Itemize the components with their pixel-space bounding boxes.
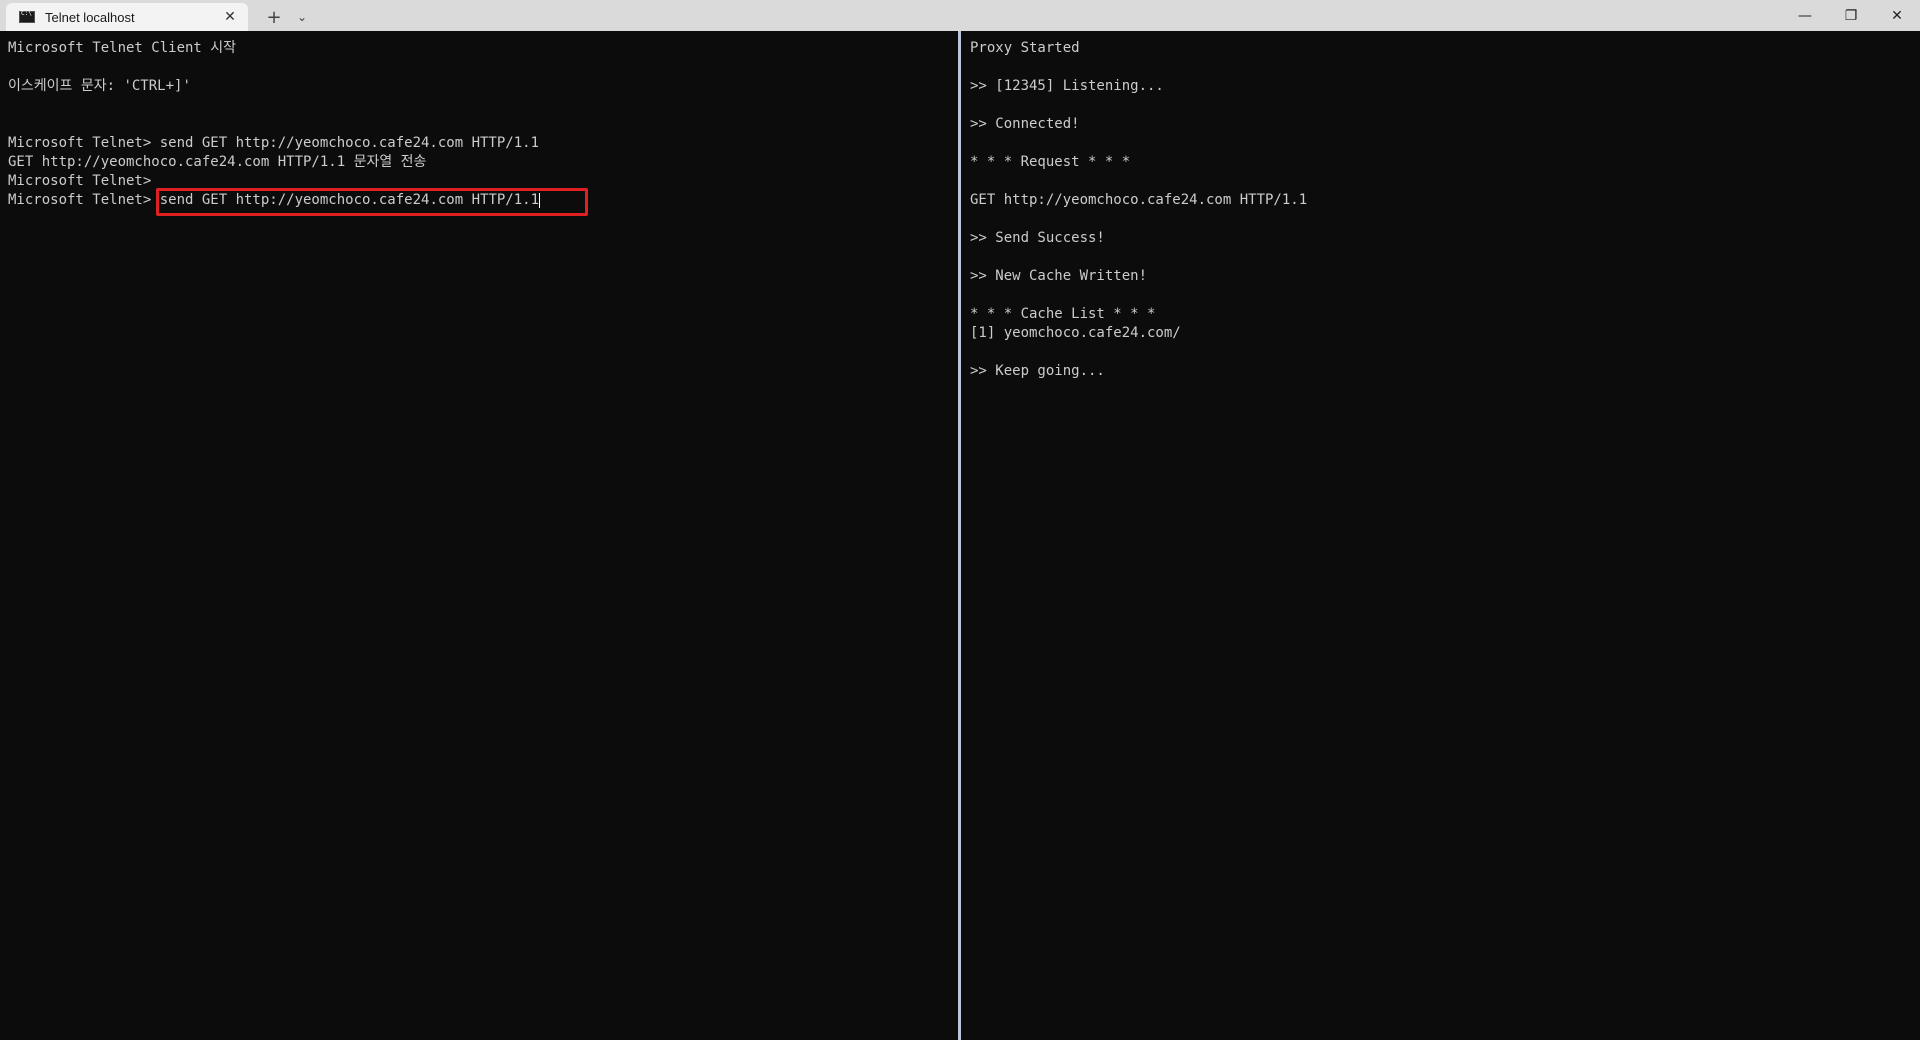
telnet-pane[interactable]: Microsoft Telnet Client 시작 이스케이프 문자: 'CT… — [0, 31, 958, 1040]
telnet-output: Microsoft Telnet Client 시작 이스케이프 문자: 'CT… — [8, 39, 588, 216]
output-line: Microsoft Telnet Client 시작 — [8, 40, 237, 56]
restore-button[interactable]: ❐ — [1828, 0, 1874, 31]
chevron-down-icon[interactable]: ⌄ — [288, 3, 316, 31]
new-tab-button[interactable]: + — [260, 3, 288, 31]
close-window-button[interactable]: ✕ — [1874, 0, 1920, 31]
output-line: >> Keep going... — [970, 363, 1105, 379]
tab-telnet[interactable]: Telnet localhost ✕ — [6, 3, 248, 31]
terminal-icon — [19, 10, 35, 23]
output-line: Proxy Started — [970, 40, 1080, 56]
output-line: GET http://yeomchoco.cafe24.com HTTP/1.1… — [8, 154, 427, 170]
output-line: >> New Cache Written! — [970, 268, 1148, 284]
output-line: * * * Request * * * — [970, 154, 1131, 170]
output-line: * * * Cache List * * * — [970, 306, 1156, 322]
window-controls: — ❐ ✕ — [1782, 0, 1920, 31]
output-line: >> Connected! — [970, 116, 1080, 132]
telnet-prompt: Microsoft Telnet> — [8, 192, 160, 208]
output-line: Microsoft Telnet> send GET http://yeomch… — [8, 135, 540, 151]
proxy-output: Proxy Started >> [12345] Listening... >>… — [970, 39, 1307, 381]
title-bar: Telnet localhost ✕ + ⌄ — [0, 0, 1920, 31]
tab-title: Telnet localhost — [45, 9, 135, 25]
proxy-pane[interactable]: Proxy Started >> [12345] Listening... >>… — [961, 31, 1920, 1040]
output-line: [1] yeomchoco.cafe24.com/ — [970, 325, 1181, 341]
output-line: >> Send Success! — [970, 230, 1105, 246]
output-line: >> [12345] Listening... — [970, 78, 1164, 94]
command-line[interactable]: Microsoft Telnet> send GET http://yeomch… — [8, 188, 588, 216]
highlight-box — [156, 188, 588, 216]
minimize-button[interactable]: — — [1782, 0, 1828, 31]
output-line: 이스케이프 문자: 'CTRL+]' — [8, 78, 191, 94]
close-tab-icon[interactable]: ✕ — [220, 7, 240, 27]
output-line: GET http://yeomchoco.cafe24.com HTTP/1.1 — [970, 192, 1308, 208]
